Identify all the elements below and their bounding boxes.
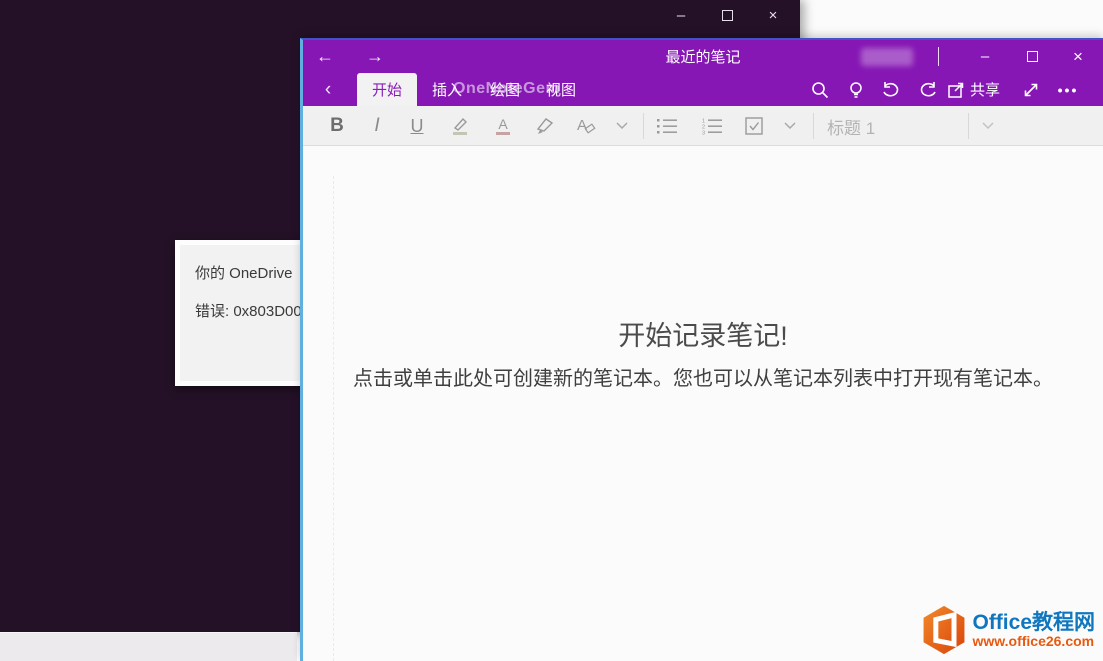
minimize-icon: – [981, 48, 989, 65]
maximize-button[interactable] [1010, 40, 1054, 73]
italic-icon: I [374, 115, 379, 137]
bulleted-list-button[interactable] [649, 106, 685, 146]
bg-maximize-button[interactable] [704, 0, 750, 30]
highlighter-button[interactable] [442, 106, 478, 146]
bold-icon: B [330, 115, 344, 137]
site-logo-title: Office教程网 [972, 612, 1095, 634]
empty-state-instructions[interactable]: 点击或单击此处可创建新的笔记本。您也可以从笔记本列表中打开现有笔记本。 [343, 365, 1063, 393]
bg-minimize-button[interactable]: – [658, 0, 704, 30]
tab-view[interactable]: 视图 [538, 73, 584, 106]
clear-formatting-icon: A [573, 115, 597, 137]
share-label[interactable]: 共享 [970, 73, 1000, 106]
tell-me-button[interactable] [839, 73, 873, 106]
tab-insert[interactable]: 插入 [424, 73, 470, 106]
chevron-down-icon [616, 122, 628, 130]
share-icon [947, 81, 967, 99]
more-options-button[interactable]: ••• [1051, 73, 1085, 106]
site-logo-text: Office教程网 www.office26.com [972, 612, 1095, 649]
checkbox-icon [744, 116, 764, 136]
highlighter-icon [449, 115, 471, 137]
format-painter-button[interactable] [527, 106, 563, 146]
italic-button[interactable]: I [359, 106, 395, 146]
chevron-down-icon [784, 122, 796, 130]
chevron-down-icon [982, 122, 994, 130]
dialog-error-code: 错误: 0x803D00 [195, 300, 302, 321]
undo-icon [881, 81, 901, 99]
minimize-icon: – [677, 7, 685, 24]
note-canvas[interactable]: 开始记录笔记! 点击或单击此处可创建新的笔记本。您也可以从笔记本列表中打开现有笔… [303, 146, 1103, 661]
chevron-left-icon: ‹ [325, 79, 331, 101]
ribbon-tab-row: ‹ OneNoteGem 开始 插入 绘图 视图 共享 ••• [303, 73, 1103, 106]
minimize-button[interactable]: – [963, 40, 1007, 73]
redo-icon [918, 81, 938, 99]
dialog-message: 你的 OneDrive [195, 262, 293, 283]
tab-draw[interactable]: 绘图 [482, 73, 528, 106]
numbered-list-icon: 123 [701, 117, 723, 135]
background-window-controls: – × [658, 0, 796, 30]
search-icon [811, 81, 829, 99]
close-button[interactable]: × [1056, 40, 1100, 73]
share-button[interactable] [940, 73, 974, 106]
onenote-titlebar: ← → 最近的笔记 – × [303, 40, 1103, 73]
font-more-dropdown[interactable] [604, 106, 640, 146]
ellipsis-icon: ••• [1058, 82, 1079, 98]
account-name-blurred[interactable] [861, 48, 913, 66]
font-color-icon: A [492, 115, 514, 137]
style-selector[interactable]: 标题 1 [827, 106, 875, 146]
site-logo-url: www.office26.com [972, 634, 1095, 649]
styles-dropdown[interactable] [970, 106, 1006, 146]
paintbrush-icon [534, 115, 556, 137]
underline-button[interactable]: U [399, 106, 435, 146]
tags-more-dropdown[interactable] [772, 106, 808, 146]
toolbar-separator [643, 113, 644, 139]
close-icon: × [1073, 47, 1083, 67]
background-taskbar-strip [0, 632, 297, 661]
svg-text:A: A [577, 117, 587, 134]
lightbulb-icon [847, 81, 865, 99]
undo-button[interactable] [874, 73, 908, 106]
page-margin-line [333, 176, 334, 661]
bold-button[interactable]: B [319, 106, 355, 146]
expand-diagonal-icon [1022, 81, 1040, 99]
empty-state-heading: 开始记录笔记! [303, 314, 1103, 353]
underline-icon: U [411, 116, 424, 137]
bg-close-button[interactable]: × [750, 0, 796, 30]
site-watermark-logo: Office教程网 www.office26.com [921, 605, 1095, 655]
office-hexagon-icon [921, 605, 967, 655]
search-button[interactable] [803, 73, 837, 106]
close-icon: × [769, 7, 778, 24]
ribbon-back-chevron[interactable]: ‹ [312, 73, 344, 106]
tab-home[interactable]: 开始 [357, 73, 417, 106]
clear-formatting-button[interactable]: A [567, 106, 603, 146]
svg-text:A: A [498, 116, 508, 132]
font-color-button[interactable]: A [485, 106, 521, 146]
toolbar-separator [968, 113, 969, 139]
todo-tag-button[interactable] [736, 106, 772, 146]
fullscreen-button[interactable] [1014, 73, 1048, 106]
toolbar-separator [813, 113, 814, 139]
bulleted-list-icon [656, 117, 678, 135]
onenote-window: ← → 最近的笔记 – × ‹ OneNoteGem 开始 插入 绘图 视图 共… [300, 38, 1103, 661]
maximize-icon [722, 10, 733, 21]
numbered-list-button[interactable]: 123 [694, 106, 730, 146]
maximize-icon [1027, 51, 1038, 62]
svg-text:3: 3 [702, 131, 705, 136]
titlebar-separator [938, 47, 939, 66]
formatting-toolbar: B I U A A 123 标题 1 [303, 106, 1103, 146]
